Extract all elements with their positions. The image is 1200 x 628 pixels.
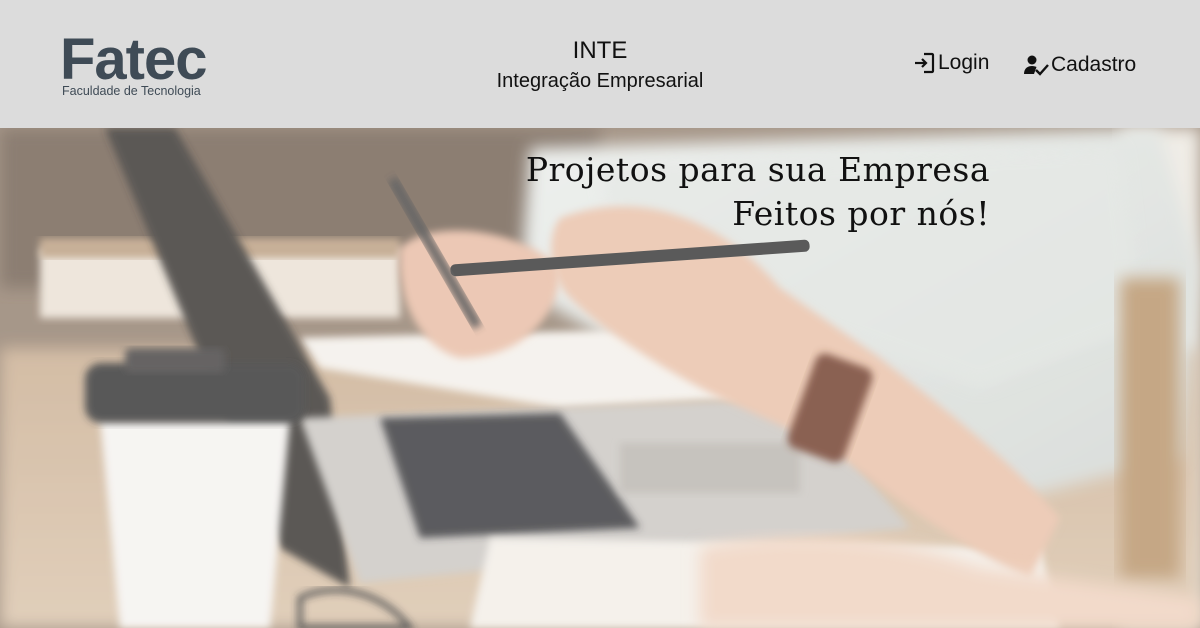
- login-link[interactable]: Login: [912, 48, 989, 78]
- login-icon: [912, 51, 938, 75]
- hero-headline: Projetos para sua Empresa Feitos por nós…: [526, 148, 990, 236]
- top-header: Fatec Faculdade de Tecnologia INTE Integ…: [0, 0, 1200, 128]
- logo-wordmark: Fatec: [60, 27, 208, 92]
- hero-headline-line-1: Projetos para sua Empresa: [525, 150, 990, 189]
- signup-link[interactable]: Cadastro: [1023, 50, 1136, 80]
- fatec-logo[interactable]: Fatec Faculdade de Tecnologia: [60, 30, 220, 102]
- login-label: Login: [938, 51, 990, 74]
- brand-title: INTE: [572, 37, 628, 64]
- brand-subtitle: Integração Empresarial: [496, 70, 704, 92]
- logo-tagline: Faculdade de Tecnologia: [62, 84, 201, 98]
- hero-banner: Projetos para sua Empresa Feitos por nós…: [0, 128, 1200, 628]
- site-brand: INTE Integração Empresarial: [440, 36, 760, 96]
- signup-label: Cadastro: [1051, 53, 1137, 76]
- user-check-icon: [1023, 53, 1051, 77]
- hero-headline-line-2: Feitos por nós!: [732, 194, 990, 233]
